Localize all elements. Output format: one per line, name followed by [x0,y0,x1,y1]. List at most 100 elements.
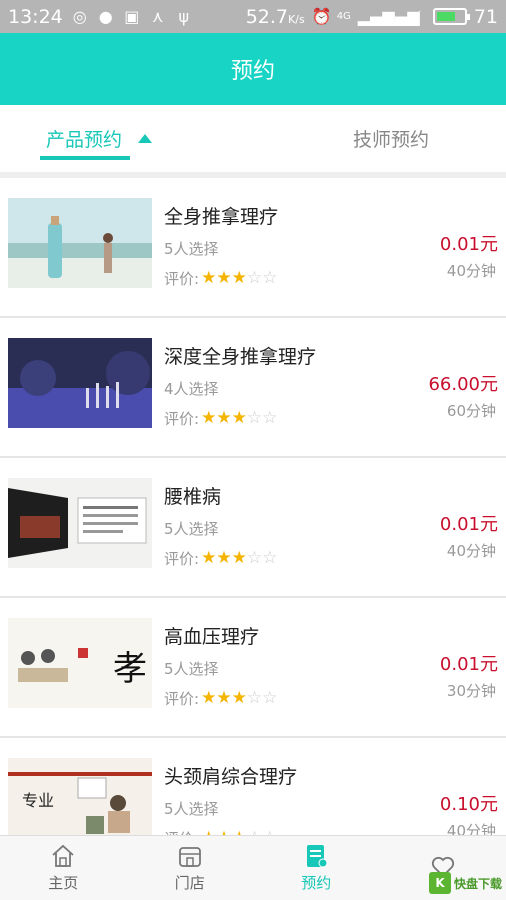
tab-underline [40,156,130,160]
star-filled-icon: ★ [216,268,232,288]
page-title: 预约 [230,59,275,84]
nav-label: 预约 [301,874,332,892]
duration: 60分钟 [446,402,496,420]
duration: 40分钟 [446,542,496,560]
rating-label: 评价: [164,828,199,835]
star-empty-icon: ☆ [246,268,263,288]
list-item[interactable]: 全身推拿理疗 5人选择 评价: ★ ★ ★ ☆ ☆ 0.01元 40分钟 [0,178,506,318]
rating: 评价: ★★★☆☆ [164,268,277,289]
rating: 评价: ★★★☆☆ [164,688,277,709]
service-name: 腰椎病 [164,486,222,508]
star-filled-icon: ★ [201,268,217,288]
status-time: 13:24 [8,5,63,28]
service-name: 全身推拿理疗 [164,206,279,228]
star-empty-icon: ☆ [246,548,263,568]
rating-label: 评价: [164,550,200,568]
price: 0.01元 [439,514,498,535]
service-image [8,338,152,428]
store-icon [178,847,201,867]
selection-count: 5人选择 [164,800,219,818]
charging-icon: ⚡ [411,6,423,26]
watermark-text: 快盘下载 [453,876,502,891]
list-item[interactable]: 腰椎病 5人选择 评价: ★ ★ ★ ☆ ☆ 0.01元 40分钟 [0,458,506,598]
alarm-icon: ⏰ [311,6,332,26]
usb-icon: ψ [178,6,190,26]
star-empty-icon: ☆ [262,268,278,288]
star-filled-icon: ★ [201,408,217,428]
list-item[interactable]: 深度全身推拿理疗 4人选择 评价: ★ ★ ★ ☆ ☆ 66.00元 60分钟 [0,318,506,458]
star-filled-icon: ★ [231,688,247,708]
rating-label: 评价: [164,410,200,428]
nav-label: 门店 [174,874,205,892]
tab-label: 技师预约 [352,129,429,151]
tab-label: 产品预约 [46,129,123,151]
star-rating: ★★★☆☆ [201,410,277,427]
selection-count: 5人选择 [164,520,219,538]
star-empty-icon: ☆ [262,408,278,428]
rating: 评价: ★★★☆☆ [164,828,277,836]
selection-count: 5人选择 [164,240,219,258]
service-name: 深度全身推拿理疗 [164,346,317,368]
tab-technician-booking[interactable]: 技师预约 [276,105,506,172]
battery-icon [432,8,470,25]
selection-count: 4人选择 [164,380,219,398]
app-notification-icon: ◎ [72,6,87,26]
rating-label: 评价: [164,690,200,708]
tab-product-booking[interactable]: 产品预约 [0,105,276,172]
star-filled-icon: ★ [231,548,247,568]
duration: 30分钟 [446,682,496,700]
list-item[interactable]: 专业 头颈肩综合理疗 5人选择 评价: ★★★☆☆ 0.10元 40分钟 [0,738,506,835]
tab-arrow-icon [138,134,153,143]
duration: 40分钟 [446,822,496,835]
battery-percent: 71 [473,5,498,28]
star-rating: ★★★☆☆ [201,690,277,707]
star-filled-icon: ★ [201,548,217,568]
status-bar: 13:24 ◎ ● ▣ ⋏ ψ 52.7K/s ⏰ 4G ▂▄▆ ▂▄▆ ⚡ 7… [0,0,506,33]
signal-icon-2: ▂▄▆ [382,6,420,26]
nav-label: 主页 [48,874,79,892]
price: 0.01元 [439,654,498,675]
appointment-icon [307,845,328,868]
star-filled-icon: ★ [216,688,232,708]
star-empty-icon: ☆ [262,548,278,568]
svg-text:专业: 专业 [22,791,54,810]
price: 0.10元 [439,794,498,815]
star-empty-icon: ☆ [262,688,278,708]
watermark-icon: K [428,872,451,894]
star-filled-icon: ★ [231,408,247,428]
svg-text:孝: 孝 [113,649,147,689]
star-rating: ★★★☆☆ [201,550,277,567]
star-rating: ★★★☆☆ [201,270,277,287]
tab-bar: 产品预约 技师预约 [0,105,506,172]
message-icon: ● [98,6,113,26]
share-icon: ⋏ [151,6,164,26]
nav-store[interactable]: 门店 [127,836,254,900]
home-icon [52,844,74,867]
price: 66.00元 [428,374,498,395]
duration: 40分钟 [446,262,496,280]
star-filled-icon: ★ [216,408,232,428]
selection-count: 5人选择 [164,660,219,678]
service-name: 头颈肩综合理疗 [164,766,298,788]
service-image: 专业 [8,758,152,835]
service-image [8,198,152,288]
image-icon: ▣ [124,6,140,26]
rating-label: 评价: [164,270,200,288]
nav-appointment[interactable]: 预约 [253,836,380,900]
service-name: 高血压理疗 [164,626,260,648]
rating: 评价: ★★★☆☆ [164,408,277,429]
rating: 评价: ★★★☆☆ [164,548,277,569]
list-item[interactable]: 孝 高血压理疗 5人选择 评价: ★ ★ ★ ☆ ☆ 0.01元 30分钟 [0,598,506,738]
star-filled-icon: ★ [201,688,217,708]
service-list: 全身推拿理疗 5人选择 评价: ★ ★ ★ ☆ ☆ 0.01元 40分钟 深度全身推拿理… [0,178,506,835]
star-filled-icon: ★ [231,268,247,288]
nav-home[interactable]: 主页 [0,836,127,900]
service-image [8,478,152,568]
price: 0.01元 [439,234,498,255]
star-empty-icon: ☆ [246,688,263,708]
signal-icon: ▂▄▆ [357,6,395,26]
network-speed: 52.7K/s [245,5,305,28]
star-filled-icon: ★ [216,548,232,568]
watermark-logo: K 快盘下载 [428,872,502,894]
service-image: 孝 [8,618,152,708]
